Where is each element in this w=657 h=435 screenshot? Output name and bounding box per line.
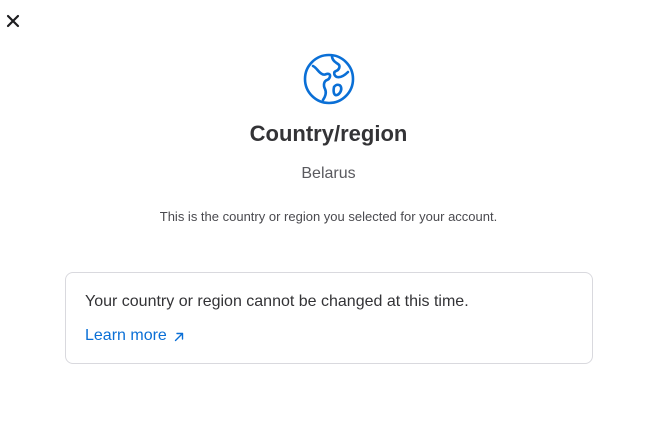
globe-icon: [303, 53, 355, 105]
notice-message: Your country or region cannot be changed…: [85, 293, 469, 310]
external-arrow-icon: [174, 332, 184, 342]
close-button[interactable]: [4, 12, 22, 30]
page-title: Country/region: [249, 121, 408, 146]
country-region-page: Country/region Belarus This is the count…: [0, 0, 657, 435]
country-description: This is the country or region you select…: [159, 209, 498, 224]
close-icon: [6, 14, 20, 28]
learn-more-link[interactable]: Learn more: [85, 326, 185, 346]
selected-country: Belarus: [301, 165, 356, 182]
notice-card: Your country or region cannot be changed…: [65, 272, 593, 364]
learn-more-label: Learn more: [85, 327, 167, 344]
